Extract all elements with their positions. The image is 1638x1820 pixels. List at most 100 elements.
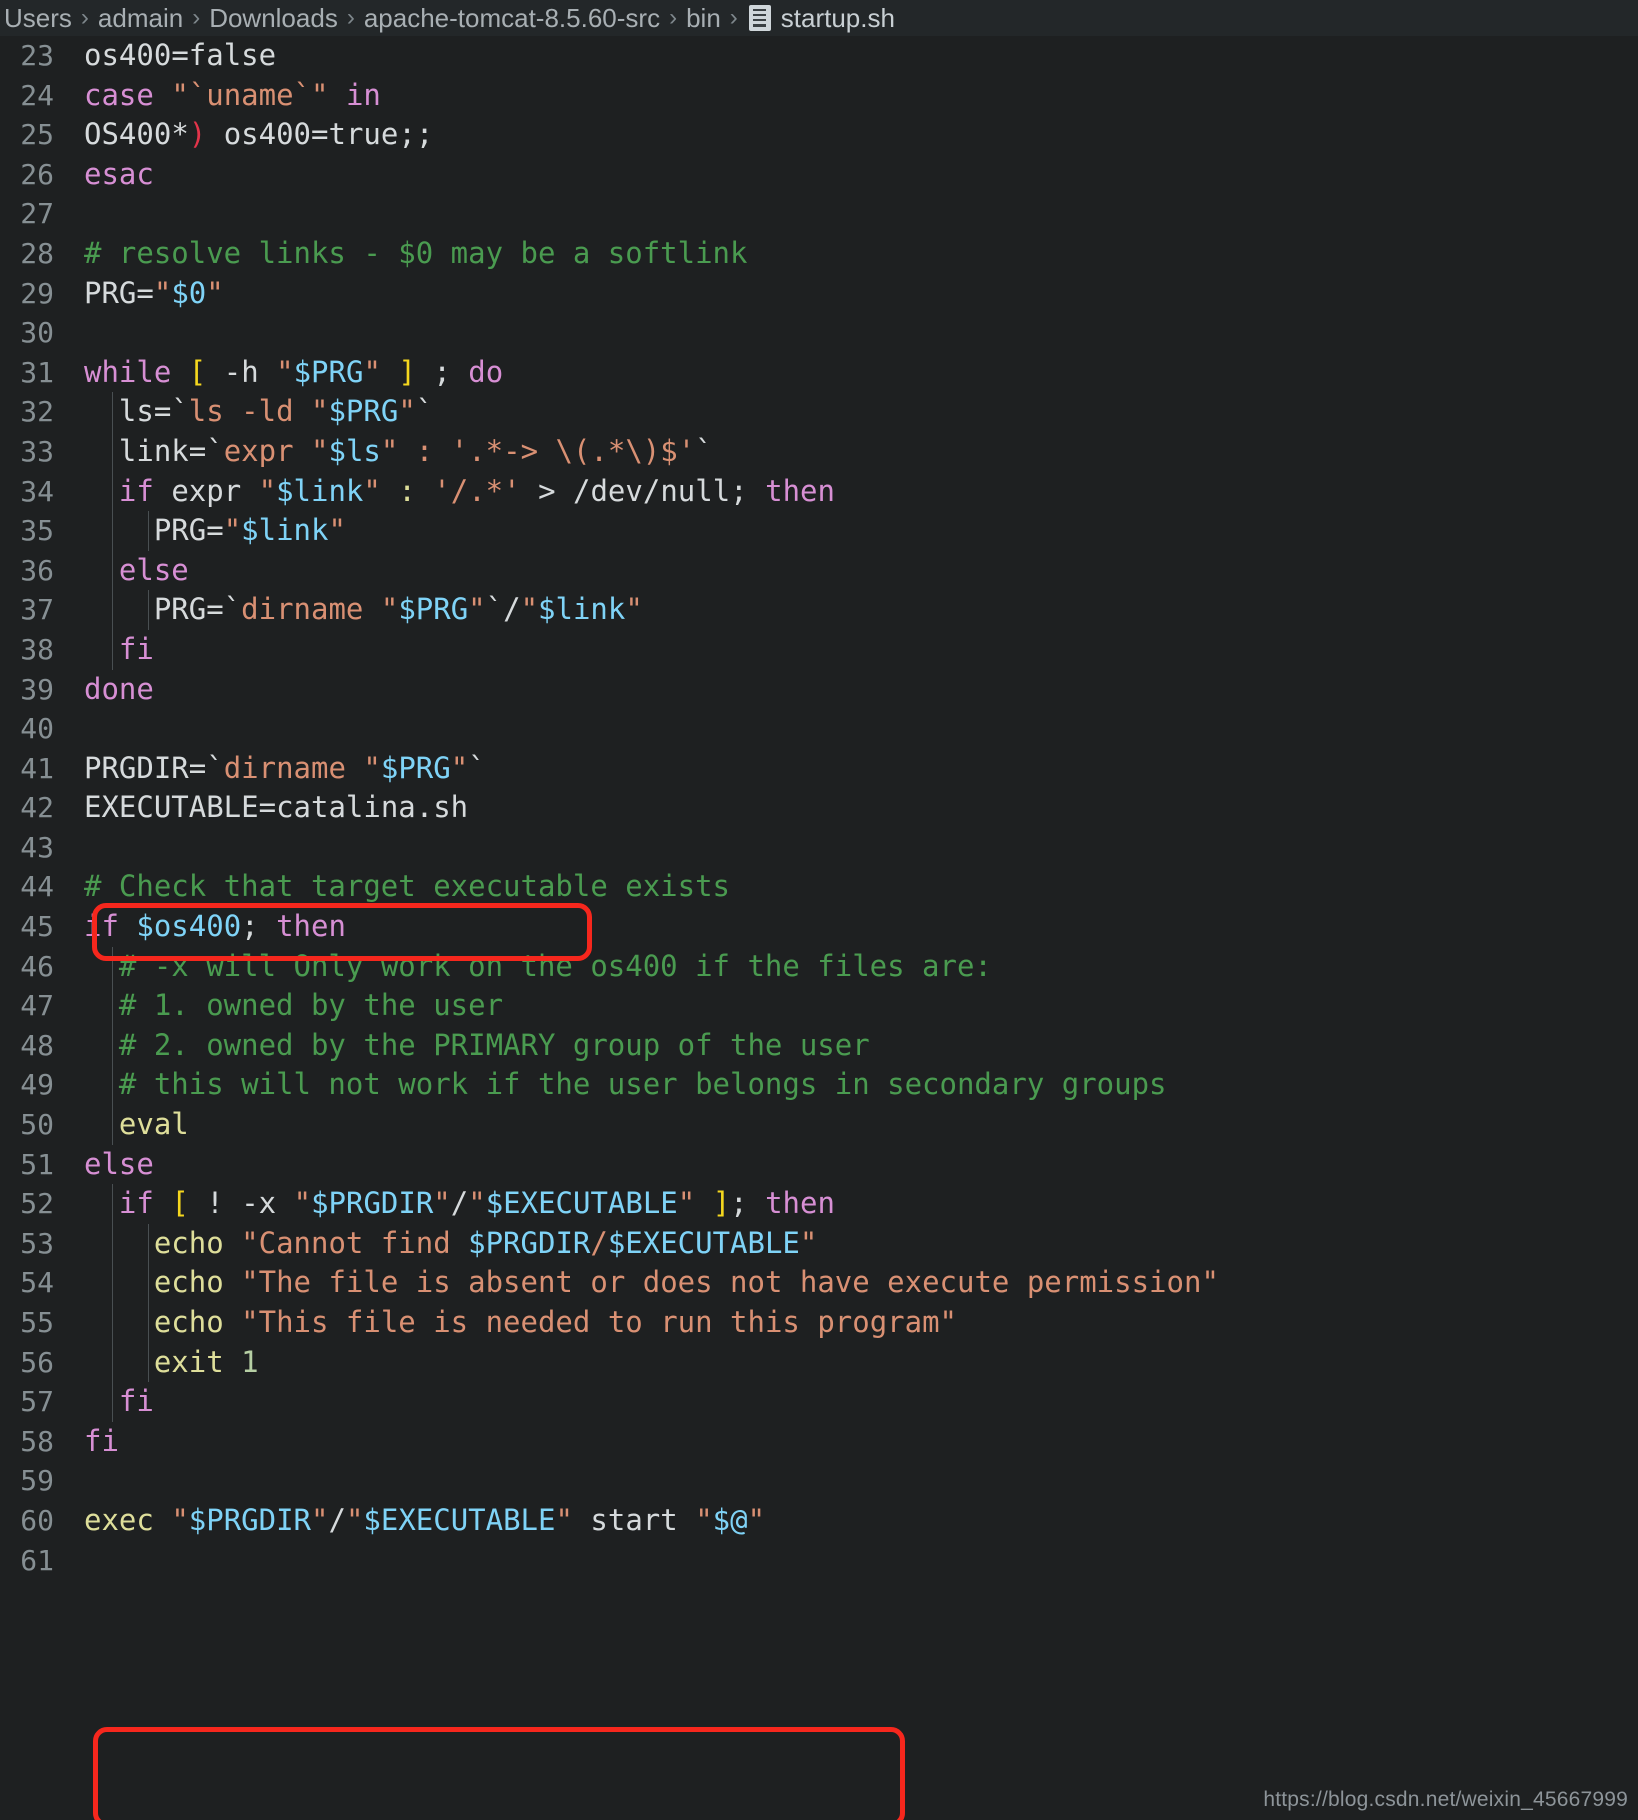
line-content[interactable]: while [ -h "$PRG" ] ; do xyxy=(80,353,1638,393)
code-line[interactable]: 37 PRG=`dirname "$PRG"`/"$link" xyxy=(0,590,1638,630)
line-content[interactable]: os400=false xyxy=(80,36,1638,76)
line-content[interactable]: # 2. owned by the PRIMARY group of the u… xyxy=(80,1025,1638,1066)
code-line[interactable]: 61 xyxy=(0,1541,1638,1581)
line-number: 24 xyxy=(20,78,54,112)
code-line[interactable]: 50 eval xyxy=(0,1105,1638,1145)
line-content[interactable]: PRG="$0" xyxy=(80,274,1638,314)
code-line[interactable]: 32 ls=`ls -ld "$PRG"` xyxy=(0,392,1638,432)
code-line[interactable]: 44 # Check that target executable exists xyxy=(0,867,1638,907)
line-content[interactable]: fi xyxy=(80,1422,1638,1462)
code-line[interactable]: 47 # 1. owned by the user xyxy=(0,986,1638,1026)
indent-guide xyxy=(148,590,149,630)
code-line[interactable]: 39 done xyxy=(0,670,1638,710)
line-content[interactable]: echo "The file is absent or does not hav… xyxy=(80,1263,1638,1303)
line-content[interactable]: link=`expr "$ls" : '.*-> \(.*\)$'` xyxy=(80,431,1638,472)
line-number: 23 xyxy=(20,39,54,72)
line-content[interactable]: PRGDIR=`dirname "$PRG"` xyxy=(80,749,1638,789)
indent-guide xyxy=(112,1105,113,1145)
line-number: 46 xyxy=(20,949,54,983)
indent-guide xyxy=(112,392,113,432)
code-line[interactable]: 42 EXECUTABLE=catalina.sh xyxy=(0,788,1638,828)
line-content[interactable]: echo "This file is needed to run this pr… xyxy=(80,1303,1638,1343)
code-line[interactable]: 35 PRG="$link" xyxy=(0,511,1638,551)
line-content[interactable]: done xyxy=(80,670,1638,710)
line-content[interactable]: exec "$PRGDIR"/"$EXECUTABLE" start "$@" xyxy=(80,1501,1638,1541)
indent-guide xyxy=(112,1382,113,1422)
code-line[interactable]: 31 while [ -h "$PRG" ] ; do xyxy=(0,353,1638,393)
line-content[interactable]: OS400*) os400=true;; xyxy=(80,115,1638,155)
code-line[interactable]: 41 PRGDIR=`dirname "$PRG"` xyxy=(0,749,1638,789)
line-content[interactable]: if $os400; then xyxy=(80,907,1638,947)
code-line[interactable]: 54 echo "The file is absent or does not … xyxy=(0,1263,1638,1303)
code-line[interactable]: 25 OS400*) os400=true;; xyxy=(0,115,1638,155)
breadcrumb-item-bin[interactable]: bin xyxy=(686,3,721,34)
breadcrumb-item-file[interactable]: startup.sh xyxy=(781,3,895,34)
code-line[interactable]: 36 else xyxy=(0,550,1638,591)
line-content[interactable]: fi xyxy=(80,629,1638,670)
line-content[interactable]: PRG="$link" xyxy=(80,511,1638,551)
code-line[interactable]: 43 xyxy=(0,828,1638,868)
code-line[interactable]: 60 exec "$PRGDIR"/"$EXECUTABLE" start "$@… xyxy=(0,1501,1638,1541)
code-line[interactable]: 40 xyxy=(0,709,1638,749)
line-content[interactable]: PRG=`dirname "$PRG"`/"$link" xyxy=(80,590,1638,630)
code-line[interactable]: 33 link=`expr "$ls" : '.*-> \(.*\)$'` xyxy=(0,431,1638,472)
line-content[interactable]: else xyxy=(80,550,1638,591)
line-content[interactable]: # this will not work if the user belongs… xyxy=(80,1065,1638,1106)
line-content[interactable]: if expr "$link" : '/.*' > /dev/null; the… xyxy=(80,471,1638,512)
code-line[interactable]: 57 fi xyxy=(0,1382,1638,1422)
code-line-list[interactable]: 23 os400=false 24 case "`uname`" in 25 OS400*… xyxy=(0,36,1638,1580)
breadcrumb-separator-icon: › xyxy=(669,4,678,31)
code-line[interactable]: 51 else xyxy=(0,1145,1638,1185)
breadcrumb-item-users[interactable]: Users xyxy=(4,3,72,34)
indent-guide xyxy=(112,1223,113,1264)
code-line[interactable]: 49 # this will not work if the user belo… xyxy=(0,1065,1638,1106)
code-line[interactable]: 55 echo "This file is needed to run this… xyxy=(0,1303,1638,1343)
indent-guide xyxy=(112,471,113,512)
line-number: 50 xyxy=(20,1108,54,1142)
code-line[interactable]: 34 if expr "$link" : '/.*' > /dev/null; … xyxy=(0,471,1638,512)
code-line[interactable]: 48 # 2. owned by the PRIMARY group of th… xyxy=(0,1025,1638,1066)
line-content[interactable]: # resolve links - $0 may be a softlink xyxy=(80,234,1638,274)
code-line[interactable]: 52 if [ ! -x "$PRGDIR"/"$EXECUTABLE" ]; … xyxy=(0,1184,1638,1224)
line-number: 51 xyxy=(20,1147,54,1181)
line-content[interactable]: else xyxy=(80,1145,1638,1185)
line-content[interactable]: # Check that target executable exists xyxy=(80,867,1638,907)
code-line[interactable]: 59 xyxy=(0,1461,1638,1501)
code-line[interactable]: 23 os400=false xyxy=(0,36,1638,76)
line-content[interactable]: # -x will Only work on the os400 if the … xyxy=(80,946,1638,987)
indent-guide xyxy=(112,590,113,630)
line-content[interactable]: if [ ! -x "$PRGDIR"/"$EXECUTABLE" ]; the… xyxy=(80,1184,1638,1224)
line-number: 59 xyxy=(20,1464,54,1498)
breadcrumb-item-apache-tomcat[interactable]: apache-tomcat-8.5.60-src xyxy=(364,3,660,34)
code-line[interactable]: 53 echo "Cannot find $PRGDIR/$EXECUTABLE… xyxy=(0,1223,1638,1264)
line-content[interactable]: esac xyxy=(80,155,1638,195)
code-line[interactable]: 46 # -x will Only work on the os400 if t… xyxy=(0,946,1638,987)
line-content[interactable]: case "`uname`" in xyxy=(80,76,1638,116)
code-editor[interactable]: 23 os400=false 24 case "`uname`" in 25 OS400*… xyxy=(0,36,1638,1820)
code-line[interactable]: 28 # resolve links - $0 may be a softlink xyxy=(0,234,1638,274)
indent-guide xyxy=(112,1303,113,1343)
code-line[interactable]: 26 esac xyxy=(0,155,1638,195)
code-line[interactable]: 30 xyxy=(0,313,1638,353)
line-number: 40 xyxy=(20,712,54,746)
breadcrumb-item-admain[interactable]: admain xyxy=(98,3,183,34)
code-line[interactable]: 29 PRG="$0" xyxy=(0,274,1638,314)
line-content[interactable]: eval xyxy=(80,1105,1638,1145)
code-line[interactable]: 58 fi xyxy=(0,1422,1638,1462)
line-content[interactable]: echo "Cannot find $PRGDIR/$EXECUTABLE" xyxy=(80,1223,1638,1264)
breadcrumb[interactable]: Users › admain › Downloads › apache-tomc… xyxy=(0,0,1638,36)
line-content[interactable]: fi xyxy=(80,1382,1638,1422)
line-content[interactable]: EXECUTABLE=catalina.sh xyxy=(80,788,1638,828)
breadcrumb-separator-icon: › xyxy=(192,4,201,31)
line-number: 33 xyxy=(20,434,54,468)
code-line[interactable]: 27 xyxy=(0,194,1638,234)
line-content[interactable]: exit 1 xyxy=(80,1342,1638,1383)
breadcrumb-item-downloads[interactable]: Downloads xyxy=(209,3,338,34)
watermark-url: https://blog.csdn.net/weixin_45667999 xyxy=(1263,1788,1628,1811)
line-content[interactable]: ls=`ls -ld "$PRG"` xyxy=(80,392,1638,432)
line-content[interactable]: # 1. owned by the user xyxy=(80,986,1638,1026)
code-line[interactable]: 45 if $os400; then xyxy=(0,907,1638,947)
code-line[interactable]: 56 exit 1 xyxy=(0,1342,1638,1383)
code-line[interactable]: 38 fi xyxy=(0,629,1638,670)
code-line[interactable]: 24 case "`uname`" in xyxy=(0,76,1638,116)
